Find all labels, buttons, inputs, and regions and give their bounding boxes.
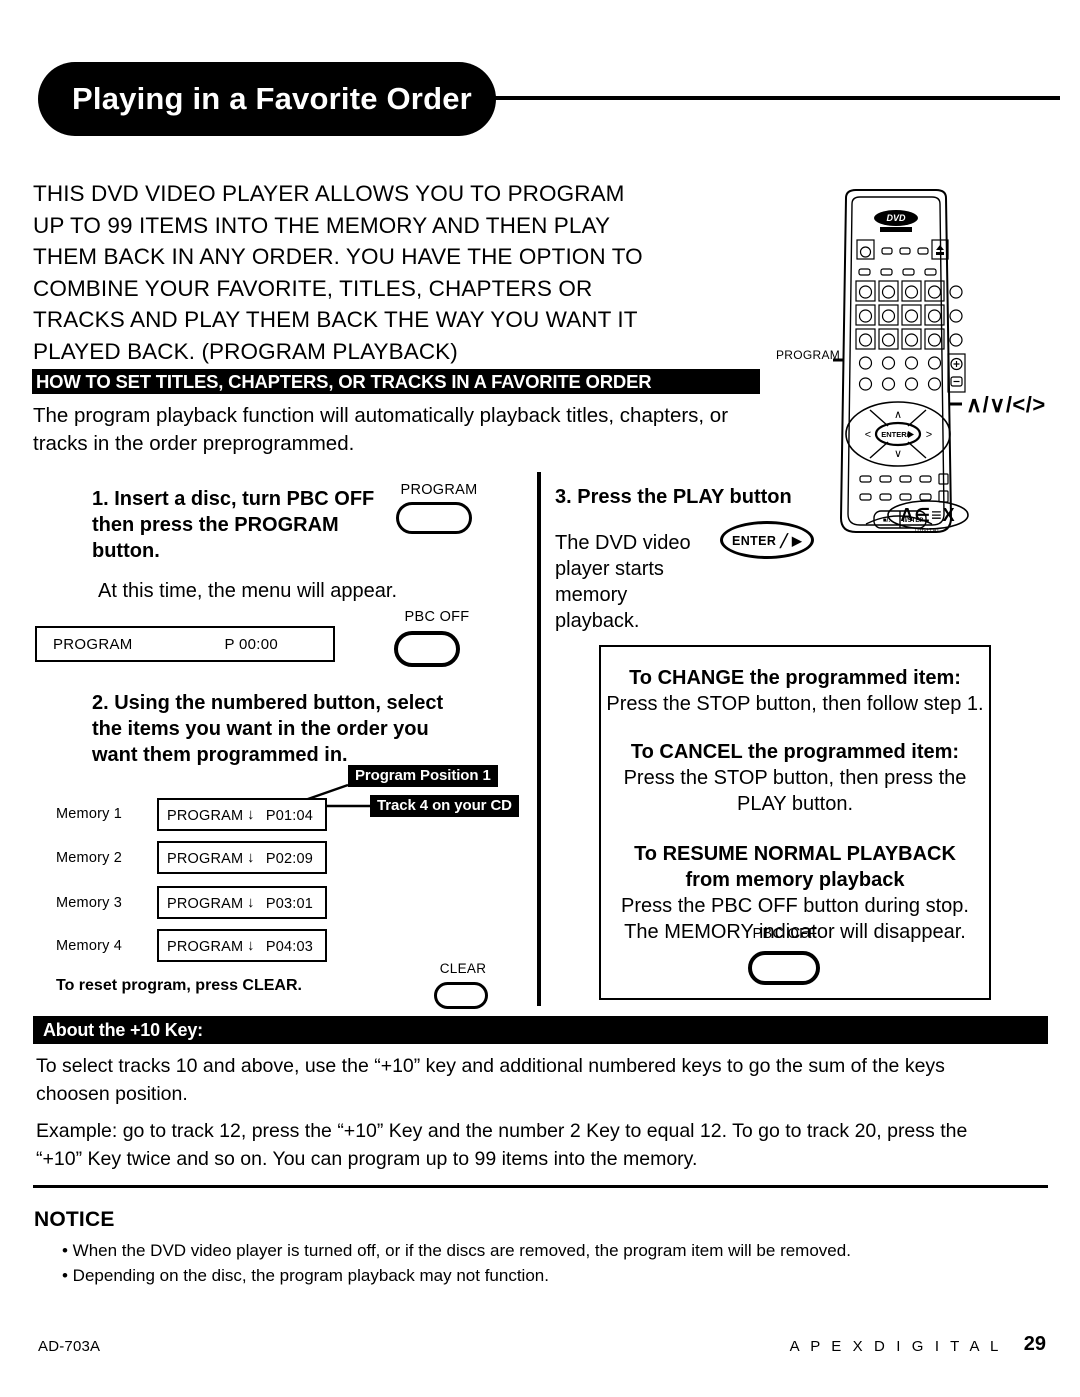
cancel-item-heading: To CANCEL the programmed item: [630, 741, 960, 763]
remote-control-illustration: DVD ENTER/ ∧ ∨ < > ■/♪ II/STEP [760, 188, 1060, 538]
step-3-body-line-4: playback. [555, 610, 640, 632]
resume-playback-heading-line-2: from memory playback [685, 869, 905, 891]
memory-row-value: P03:01 [265, 896, 313, 912]
step-3-body-line-1: The DVD video [555, 532, 691, 554]
memory-row-name: PROGRAM [167, 896, 244, 912]
section-header-bar: HOW TO SET TITLES, CHAPTERS, OR TRACKS I… [32, 369, 760, 394]
program-key-label: PROGRAM [400, 482, 478, 498]
plus10-header-title: About the +10 Key: [43, 1019, 203, 1040]
memory-row-value: P01:04 [265, 808, 313, 824]
pbc-off-key-label: PBC OFF [404, 609, 470, 625]
remote-callout-program-label: PROGRAM [776, 348, 841, 362]
list-item: • Depending on the disc, the program pla… [62, 1266, 549, 1285]
program-tips-box: To CHANGE the programmed item: Press the… [599, 645, 991, 1000]
apex-logo: A∈≡X DIGITAL [880, 495, 1000, 546]
callout-track-on-cd: Track 4 on your CD [370, 795, 519, 817]
step-3-body: The DVD video player starts memory playb… [555, 530, 695, 634]
intro-line-4: COMBINE YOUR FAVORITE, TITLES, CHAPTERS … [33, 275, 593, 301]
program-osd-display: PROGRAM P 00:00 [35, 626, 335, 662]
program-osd-label: PROGRAM [53, 635, 133, 653]
program-osd-time: P 00:00 [224, 635, 278, 653]
memory-row-label: Memory 4 [56, 938, 123, 954]
section-description-line-1: The program playback function will autom… [33, 404, 729, 427]
memory-row-name: PROGRAM [167, 808, 244, 824]
plus10-paragraph-1-line-2: choosen position. [36, 1083, 188, 1105]
footer-brand: A P E X D I G I T A L [789, 1338, 1002, 1355]
step-1-heading: 1. Insert a disc, turn PBC OFF then pres… [92, 488, 375, 562]
pbc-off-key-button[interactable] [394, 631, 460, 667]
memory-row-value: P04:03 [265, 939, 313, 955]
intro-line-3: THEM BACK IN ANY ORDER. YOU HAVE THE OPT… [33, 244, 643, 269]
down-arrow-icon: ↓ [247, 849, 255, 866]
section-header-title: HOW TO SET TITLES, CHAPTERS, OR TRACKS I… [36, 370, 652, 392]
column-divider [537, 472, 541, 1006]
down-arrow-icon: ↓ [247, 806, 255, 823]
notice-list: • When the DVD video player is turned of… [62, 1238, 1022, 1288]
resume-playback-body-line-1: Press the PBC OFF button during stop. [621, 895, 969, 917]
remote-callout-arrows-label: ∧/∨/</> [966, 392, 1046, 417]
svg-text:∨: ∨ [894, 448, 902, 460]
memory-row-label: Memory 2 [56, 850, 123, 866]
pbc-off-key-label-2: PBC OFF [752, 926, 818, 942]
clear-key-label: CLEAR [439, 961, 487, 976]
intro-paragraph: THIS DVD VIDEO PLAYER ALLOWS YOU TO PROG… [33, 178, 733, 367]
title-rule [470, 96, 1060, 100]
table-row: PROGRAM ↓ P01:04 [157, 798, 327, 831]
svg-text:DVD: DVD [886, 213, 906, 223]
plus10-header-bar: About the +10 Key: [33, 1016, 1048, 1044]
cancel-item-body-line-1: Press the STOP button, then press the [623, 767, 967, 789]
step-3-body-line-3: memory [555, 584, 628, 606]
intro-line-1: THIS DVD VIDEO PLAYER ALLOWS YOU TO PROG… [33, 181, 625, 206]
step-2-heading: 2. Using the numbered button, select the… [92, 692, 444, 766]
memory-row-name: PROGRAM [167, 851, 244, 867]
callout-program-position: Program Position 1 [348, 765, 498, 787]
section-description: The program playback function will autom… [33, 402, 753, 458]
program-key-button[interactable] [396, 502, 472, 534]
svg-text:∧: ∧ [894, 409, 902, 421]
footer-page-number: 29 [1023, 1333, 1046, 1355]
intro-line-6: PLAYED BACK. (PROGRAM PLAYBACK) [33, 338, 458, 364]
plus10-paragraph-2-line-1: Example: go to track 12, press the “+10”… [36, 1120, 968, 1142]
step-1-note: At this time, the menu will appear. [98, 580, 398, 602]
plus10-divider-rule [33, 1185, 1048, 1188]
down-arrow-icon: ↓ [247, 937, 255, 954]
table-row: PROGRAM ↓ P02:09 [157, 841, 327, 874]
plus10-paragraph-1: To select tracks 10 and above, use the “… [36, 1052, 1036, 1108]
table-row: PROGRAM ↓ P03:01 [157, 886, 327, 919]
change-item-body: Press the STOP button, then follow step … [606, 693, 984, 715]
pbc-off-key-button-2[interactable] [748, 951, 820, 985]
cancel-item-body-line-2: PLAY button. [736, 793, 853, 815]
footer-model-number: AD-703A [38, 1338, 101, 1355]
page-title-pill: Playing in a Favorite Order [38, 62, 496, 136]
memory-row-label: Memory 3 [56, 895, 123, 911]
plus10-paragraph-2: Example: go to track 12, press the “+10”… [36, 1117, 1041, 1173]
list-item: • When the DVD video player is turned of… [62, 1241, 851, 1260]
svg-text:ENTER/: ENTER/ [881, 430, 909, 439]
reset-program-note: To reset program, press CLEAR. [56, 977, 302, 994]
step-3-body-line-2: player starts [555, 558, 664, 580]
table-row: PROGRAM ↓ P04:03 [157, 929, 327, 962]
memory-row-value: P02:09 [265, 851, 313, 867]
down-arrow-icon: ↓ [247, 894, 255, 911]
memory-row-label: Memory 1 [56, 806, 123, 822]
svg-text:A∈≡X: A∈≡X [900, 505, 955, 525]
svg-text:>: > [926, 429, 932, 441]
memory-row-name: PROGRAM [167, 939, 244, 955]
page-title: Playing in a Favorite Order [72, 81, 472, 116]
section-description-line-2: tracks in the order preprogrammed. [33, 432, 355, 455]
svg-text:<: < [865, 429, 871, 441]
svg-text:DIGITAL: DIGITAL [915, 528, 941, 534]
plus10-paragraph-1-line-1: To select tracks 10 and above, use the “… [36, 1055, 945, 1077]
change-item-heading: To CHANGE the programmed item: [629, 667, 961, 689]
plus10-paragraph-2-line-2: “+10” Key twice and so on. You can progr… [36, 1148, 698, 1170]
manual-page: Playing in a Favorite Order THIS DVD VID… [0, 0, 1080, 1397]
notice-heading: NOTICE [34, 1208, 115, 1231]
resume-playback-heading-line-1: To RESUME NORMAL PLAYBACK [634, 843, 956, 865]
intro-line-5: TRACKS AND PLAY THEM BACK THE WAY YOU WA… [33, 307, 638, 332]
clear-key-button[interactable] [434, 982, 488, 1009]
intro-line-2: UP TO 99 ITEMS INTO THE MEMORY AND THEN … [33, 212, 611, 238]
